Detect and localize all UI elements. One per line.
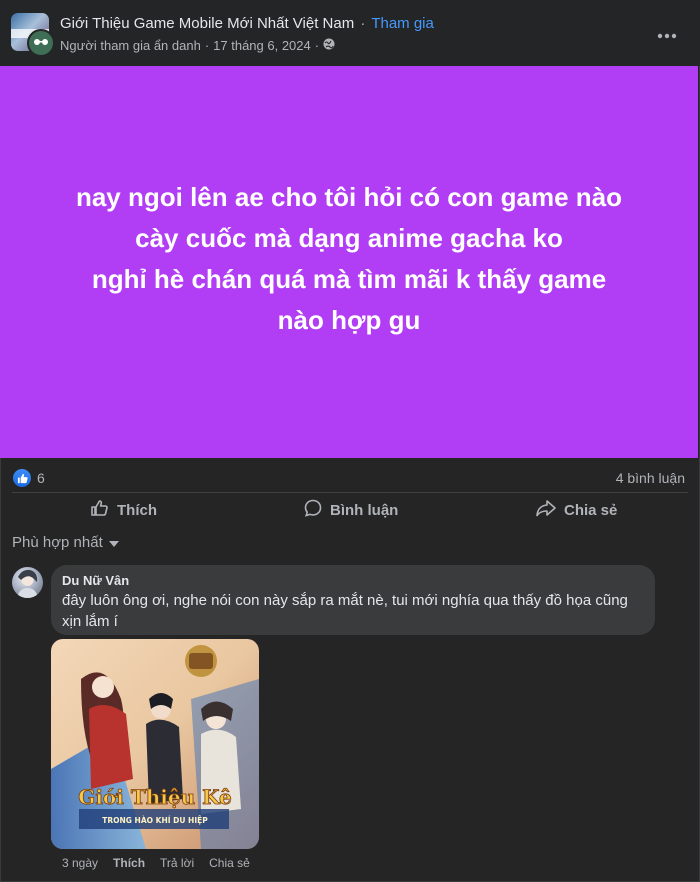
sort-label: Phù hợp nhất [12, 534, 103, 551]
meta-separator: · [314, 38, 320, 53]
like-button[interactable]: Thích [90, 499, 157, 521]
comment-count-link[interactable]: 4 bình luận [616, 470, 685, 486]
join-group-link[interactable]: Tham gia [371, 15, 434, 32]
like-count[interactable]: 6 [37, 470, 45, 486]
comment-button-label: Bình luận [330, 501, 399, 519]
group-name-link[interactable]: Giới Thiệu Game Mobile Mới Nhất Việt Nam [60, 15, 354, 32]
commenter-avatar[interactable] [12, 567, 43, 598]
share-button-label: Chia sẻ [564, 501, 618, 519]
comment-time-link[interactable]: 3 ngày [62, 856, 98, 870]
comment-icon [303, 498, 323, 522]
like-button-label: Thích [117, 501, 157, 519]
comment-sort-dropdown[interactable]: Phù hợp nhất [12, 534, 119, 551]
divider [12, 492, 688, 493]
post-meta: Người tham gia ẩn danh · 17 tháng 6, 202… [60, 38, 335, 53]
comment-game-image[interactable]: Giới Thiệu Kê TRONG HÀO KHÍ DU HIỆP [51, 639, 259, 849]
comment-text: đây luôn ông ơi, nghe nói con này sắp ra… [62, 592, 628, 630]
comment-reply-button[interactable]: Trả lời [160, 856, 194, 870]
post-body-text: nay ngoi lên ae cho tôi hỏi có con game … [75, 182, 623, 335]
more-options-icon[interactable] [655, 21, 679, 45]
comment-bubble: Du Nữ Vân đây luôn ông ơi, nghe nói con … [51, 565, 655, 635]
share-button[interactable]: Chia sẻ [535, 499, 617, 521]
post-date-link[interactable]: 17 tháng 6, 2024 [213, 38, 311, 53]
comment-footer: 3 ngày Thích Trả lời Chia sẻ [62, 856, 250, 870]
globe-icon [323, 38, 335, 53]
post-text-card: nay ngoi lên ae cho tôi hỏi có con game … [0, 66, 698, 458]
like-icon [90, 498, 110, 522]
image-title-text: Giới Thiệu Kê [78, 785, 232, 809]
comment-share-button[interactable]: Chia sẻ [209, 856, 250, 870]
chevron-down-icon [108, 534, 119, 551]
like-reaction-icon[interactable] [13, 469, 31, 487]
comment-like-button[interactable]: Thích [113, 856, 145, 870]
meta-separator: · [204, 38, 210, 53]
title-separator: · [360, 15, 366, 32]
commenter-name-link[interactable]: Du Nữ Vân [62, 573, 129, 588]
anonymous-avatar-icon [27, 29, 55, 57]
comment-button[interactable]: Bình luận [303, 499, 398, 521]
post-author: Người tham gia ẩn danh [60, 38, 201, 53]
group-title-line: Giới Thiệu Game Mobile Mới Nhất Việt Nam… [60, 15, 434, 32]
share-icon [535, 498, 557, 522]
image-subtitle-text: TRONG HÀO KHÍ DU HIỆP [102, 816, 208, 825]
post-header: Giới Thiệu Game Mobile Mới Nhất Việt Nam… [0, 0, 700, 66]
